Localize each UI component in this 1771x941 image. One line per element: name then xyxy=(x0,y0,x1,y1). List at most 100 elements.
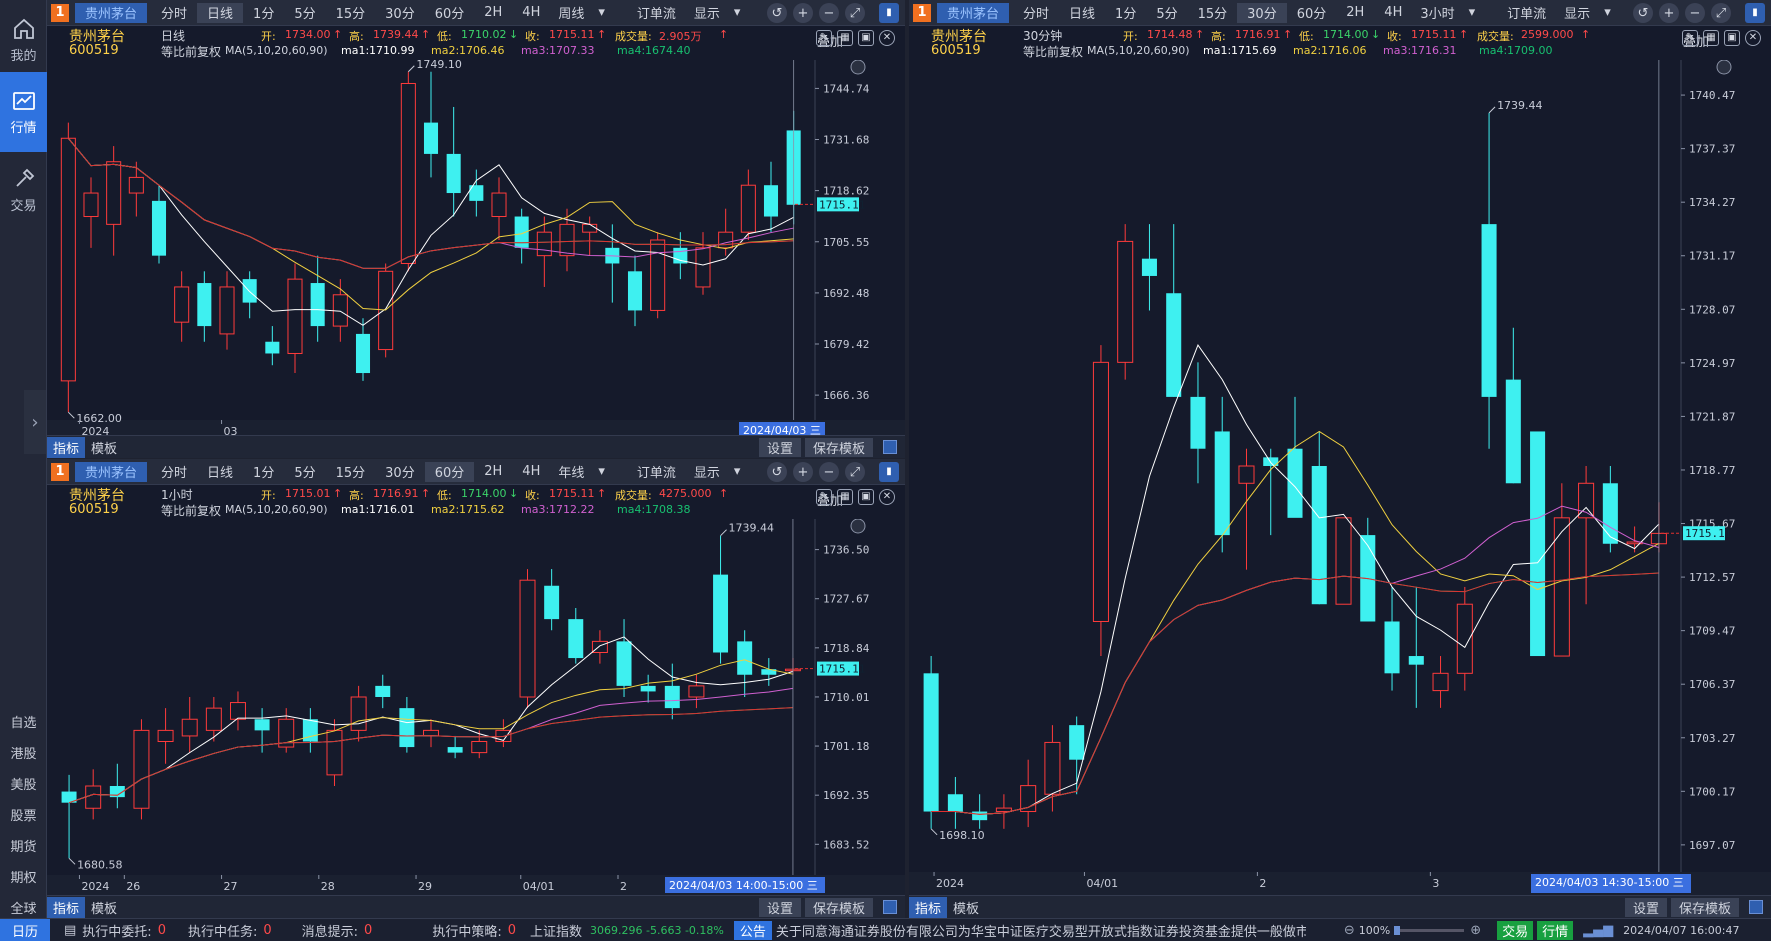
period-tab-7[interactable]: 2H xyxy=(474,462,512,482)
nav-mine[interactable]: 我的 xyxy=(0,0,47,80)
ma-params[interactable]: MA(5,10,20,60,90) xyxy=(225,44,328,57)
market-watchlist[interactable]: 自选 xyxy=(0,706,47,737)
candlestick-chart[interactable]: 1736.50 1727.67 1718.84 1710.01 1701.18 1692.… xyxy=(47,519,905,895)
display-dropdown[interactable]: 显示 ▾ xyxy=(1556,3,1619,23)
market-futures[interactable]: 期货 xyxy=(0,830,47,861)
ma-params[interactable]: MA(5,10,20,60,90) xyxy=(1087,44,1190,57)
close-icon[interactable]: ✕ xyxy=(879,489,895,505)
period-tab-6[interactable]: 60分 xyxy=(424,461,475,482)
period-tab-8[interactable]: 4H xyxy=(512,3,550,23)
period-tab-5[interactable]: 30分 xyxy=(375,3,425,23)
save-template-button[interactable]: 保存模板 xyxy=(1670,897,1739,917)
indicator-tab[interactable]: 指标 xyxy=(47,436,86,458)
market-hk[interactable]: 港股 xyxy=(0,737,47,768)
layout-icon[interactable]: ▮ xyxy=(879,3,899,23)
refresh-icon[interactable]: ↺ xyxy=(1633,3,1653,23)
pending-tasks-label[interactable]: 执行中任务: xyxy=(188,921,257,940)
period-tab-6[interactable]: 60分 xyxy=(1287,3,1337,23)
zoom-in-icon[interactable]: + xyxy=(793,462,813,482)
period-dropdown[interactable]: 年线 ▾ xyxy=(550,462,613,482)
zoom-out-icon[interactable]: − xyxy=(819,462,839,482)
template-tab[interactable]: 模板 xyxy=(85,437,123,458)
period-tab-3[interactable]: 5分 xyxy=(1146,3,1187,23)
period-tab-5[interactable]: 30分 xyxy=(1237,2,1287,23)
template-tab[interactable]: 模板 xyxy=(947,897,985,918)
panel-number[interactable]: 1 xyxy=(913,3,931,22)
layout-icon[interactable]: ▮ xyxy=(879,462,899,482)
fullscreen-icon[interactable]: ⤢ xyxy=(1711,3,1731,23)
period-tab-3[interactable]: 5分 xyxy=(284,3,325,23)
zoom-in-icon[interactable]: + xyxy=(793,3,813,23)
market-stocks[interactable]: 股票 xyxy=(0,799,47,830)
period-tab-8[interactable]: 4H xyxy=(512,462,550,482)
pencil-icon[interactable]: ✎ xyxy=(1682,30,1698,46)
layout-icon[interactable]: ▮ xyxy=(1745,3,1765,23)
candlestick-chart[interactable]: 1744.74 1731.68 1718.62 1705.55 1692.48 1679.… xyxy=(47,60,905,440)
order-flow-button[interactable]: 订单流 xyxy=(627,462,686,482)
indicator-tab[interactable]: 指标 xyxy=(47,896,86,918)
panel-number[interactable]: 1 xyxy=(51,3,69,22)
ma-params[interactable]: MA(5,10,20,60,90) xyxy=(225,503,328,516)
fullscreen-icon[interactable]: ⤢ xyxy=(845,462,865,482)
messages-label[interactable]: 消息提示: xyxy=(302,921,358,940)
zoom-in-icon[interactable]: ⊕ xyxy=(1470,923,1481,938)
close-icon[interactable]: ✕ xyxy=(1745,30,1761,46)
display-dropdown[interactable]: 显示 ▾ xyxy=(686,3,749,23)
settings-button[interactable]: 设置 xyxy=(758,437,801,457)
stock-selector[interactable]: 贵州茅台 xyxy=(937,2,1010,23)
period-tab-0[interactable]: 分时 xyxy=(151,462,197,482)
pencil-icon[interactable]: ✎ xyxy=(816,489,832,505)
zoom-out-icon[interactable]: − xyxy=(819,3,839,23)
zoom-slider[interactable] xyxy=(1394,925,1465,935)
fullscreen-icon[interactable]: ⤢ xyxy=(845,3,865,23)
minimize-icon[interactable] xyxy=(883,440,897,454)
refresh-icon[interactable]: ↺ xyxy=(767,462,787,482)
adjust-label[interactable]: 等比前复权 xyxy=(161,43,221,60)
nav-trade[interactable]: 交易 xyxy=(0,150,47,230)
period-tab-3[interactable]: 5分 xyxy=(284,462,325,482)
nav-quotes[interactable]: 行情 xyxy=(0,72,47,152)
announcement-text[interactable]: 关于同意海通证券股份有限公司为华宝中证医疗交易型开放式指数证券投资基金提供一般做… xyxy=(776,921,1306,940)
pending-orders-label[interactable]: 执行中委托: xyxy=(82,921,151,940)
stock-selector[interactable]: 贵州茅台 xyxy=(75,461,148,482)
period-tab-1[interactable]: 日线 xyxy=(1059,3,1105,23)
layers-icon[interactable]: ▦ xyxy=(837,30,853,46)
period-tab-5[interactable]: 30分 xyxy=(375,462,425,482)
display-dropdown[interactable]: 显示 ▾ xyxy=(686,462,749,482)
save-template-button[interactable]: 保存模板 xyxy=(804,897,873,917)
minimize-icon[interactable] xyxy=(883,900,897,914)
order-flow-button[interactable]: 订单流 xyxy=(627,3,686,23)
period-tab-0[interactable]: 分时 xyxy=(1013,3,1059,23)
period-tab-6[interactable]: 60分 xyxy=(425,3,475,23)
candlestick-chart[interactable]: 1740.47 1737.37 1734.27 1731.17 1728.07 1724.… xyxy=(909,60,1771,895)
stock-selector[interactable]: 贵州茅台 xyxy=(75,2,148,23)
layers-icon[interactable]: ▦ xyxy=(837,489,853,505)
indicator-tab[interactable]: 指标 xyxy=(909,896,948,918)
minimize-icon[interactable] xyxy=(1749,900,1763,914)
period-tab-2[interactable]: 1分 xyxy=(243,462,284,482)
period-tab-2[interactable]: 1分 xyxy=(1105,3,1146,23)
refresh-icon[interactable]: ↺ xyxy=(767,3,787,23)
adjust-label[interactable]: 等比前复权 xyxy=(161,502,221,519)
period-tab-2[interactable]: 1分 xyxy=(243,3,284,23)
zoom-out-icon[interactable]: − xyxy=(1685,3,1705,23)
window-icon[interactable]: ▣ xyxy=(858,30,874,46)
template-tab[interactable]: 模板 xyxy=(85,897,123,918)
collapse-arrow-icon[interactable]: › xyxy=(24,390,46,454)
market-us[interactable]: 美股 xyxy=(0,768,47,799)
calendar-button[interactable]: 日历 xyxy=(0,918,50,941)
period-tab-1[interactable]: 日线 xyxy=(197,2,244,23)
window-icon[interactable]: ▣ xyxy=(858,489,874,505)
adjust-label[interactable]: 等比前复权 xyxy=(1023,43,1083,60)
close-icon[interactable]: ✕ xyxy=(879,30,895,46)
period-tab-1[interactable]: 日线 xyxy=(197,462,243,482)
period-tab-4[interactable]: 15分 xyxy=(326,462,376,482)
save-template-button[interactable]: 保存模板 xyxy=(804,437,873,457)
zoom-out-icon[interactable]: ⊖ xyxy=(1344,923,1355,938)
pencil-icon[interactable]: ✎ xyxy=(816,30,832,46)
index-name[interactable]: 上证指数 xyxy=(530,921,582,940)
order-flow-button[interactable]: 订单流 xyxy=(1497,3,1556,23)
period-tab-8[interactable]: 4H xyxy=(1374,3,1412,23)
period-tab-4[interactable]: 15分 xyxy=(326,3,376,23)
period-dropdown[interactable]: 3小时 ▾ xyxy=(1412,3,1483,23)
